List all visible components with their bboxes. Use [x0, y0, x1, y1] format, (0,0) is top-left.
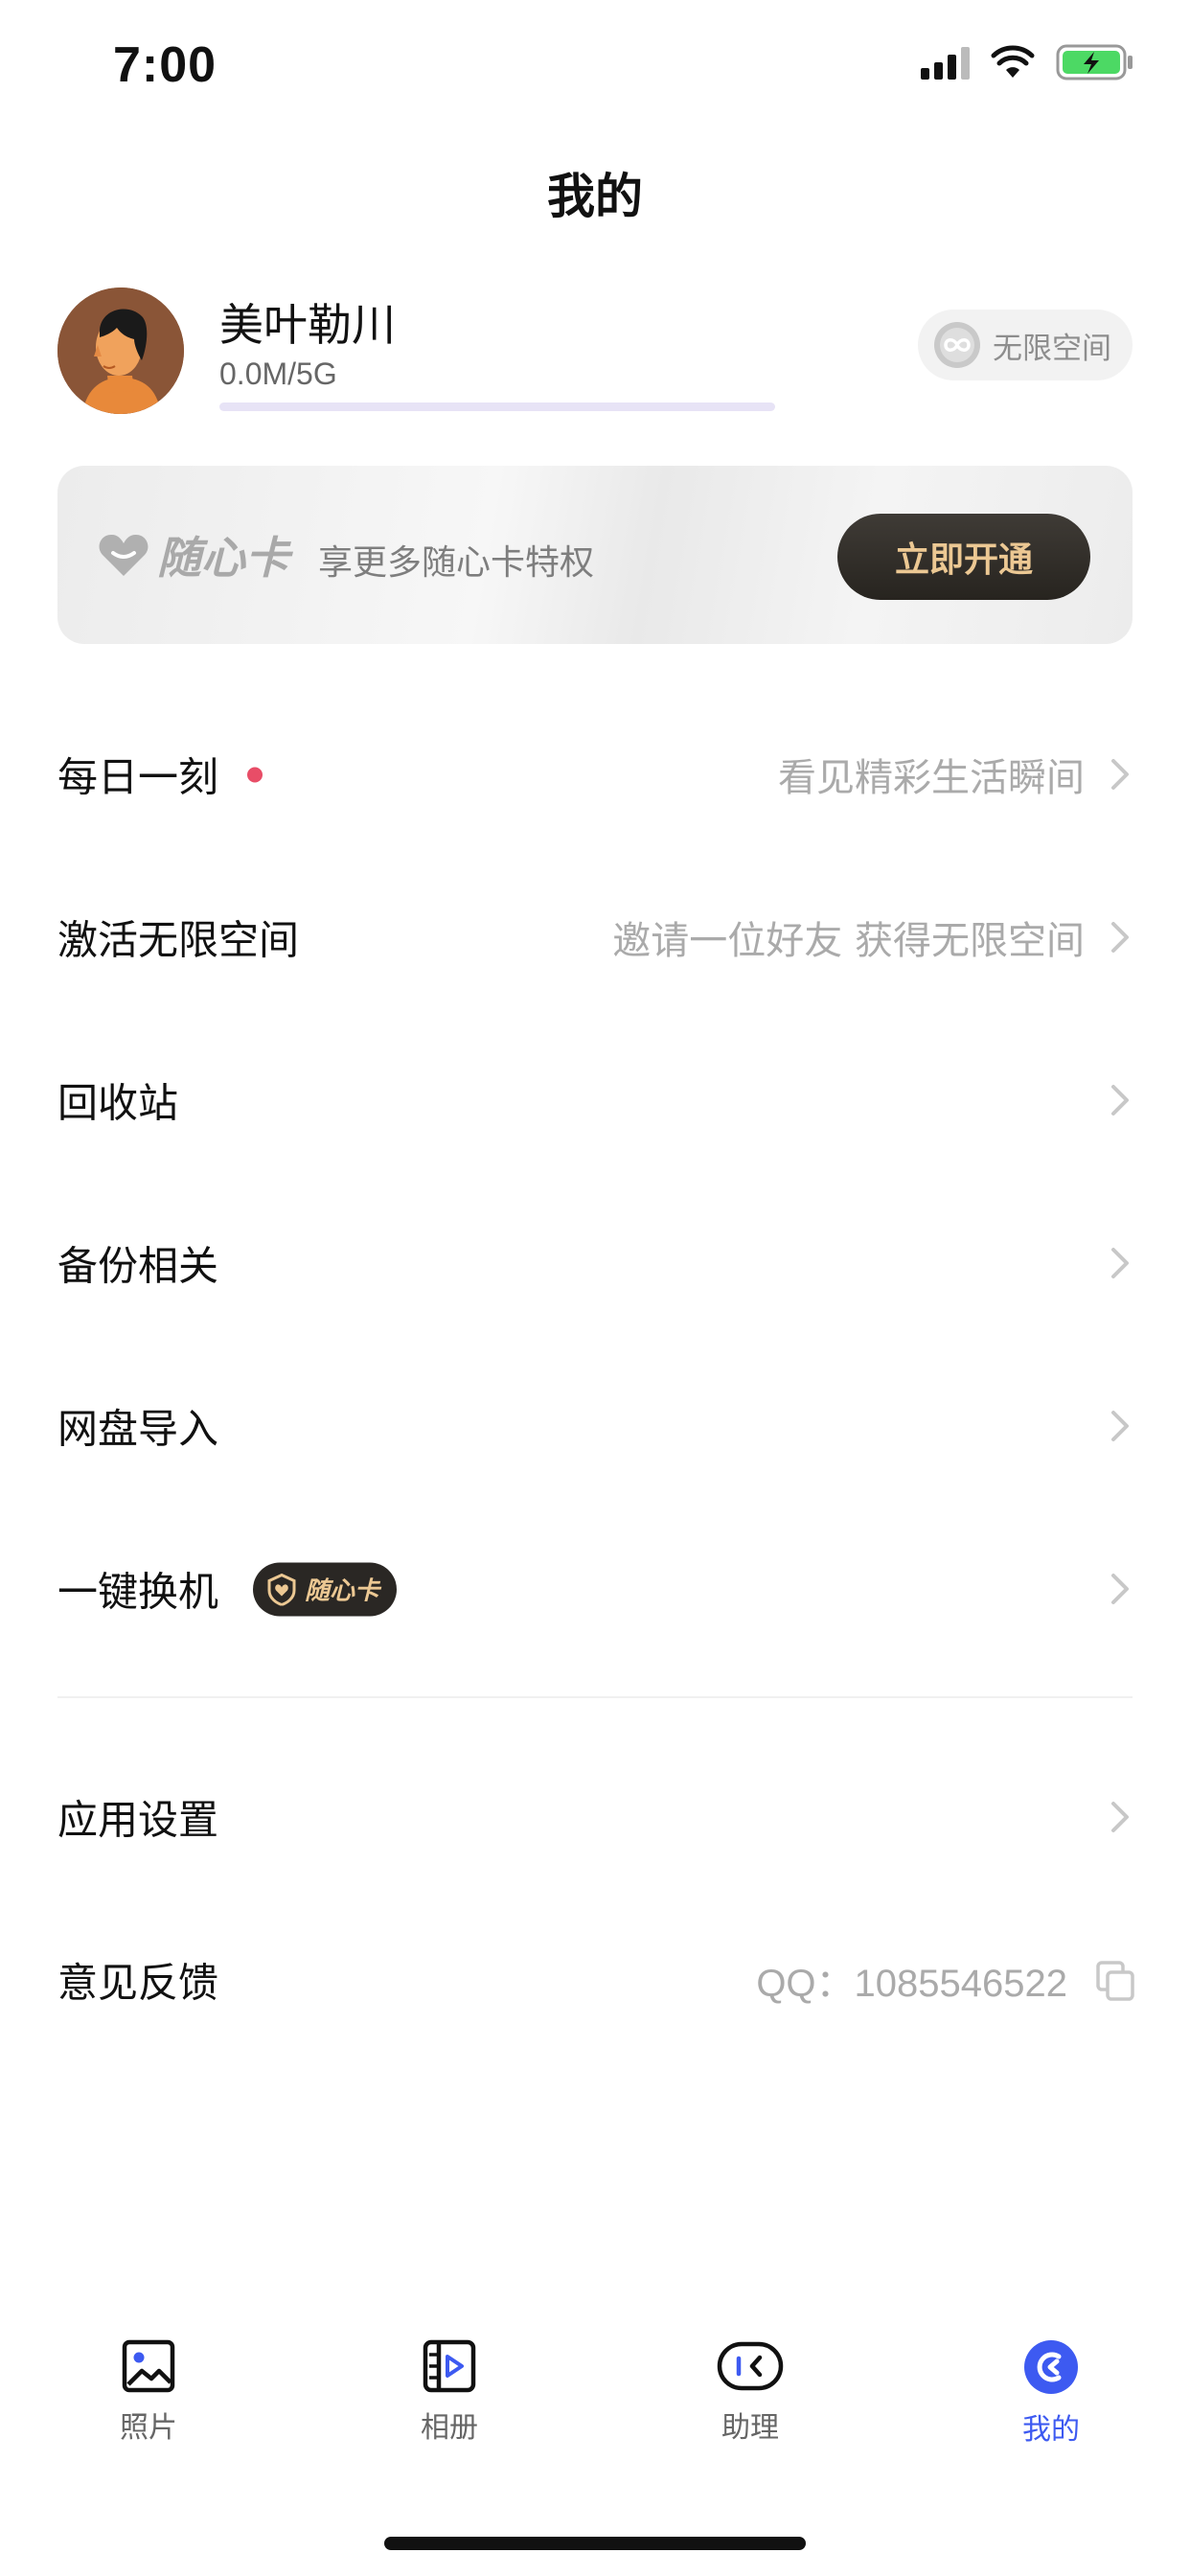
photo-icon: [122, 2339, 175, 2393]
menu-item-cloud-import[interactable]: 网盘导入: [0, 1368, 1190, 1484]
menu-item-phone-switch[interactable]: 一键换机 随心卡: [0, 1531, 1190, 1646]
daily-moment-label: 每日一刻: [57, 753, 219, 801]
infinity-badge-icon: [934, 322, 980, 368]
copy-icon[interactable]: [1094, 1959, 1136, 2001]
menu-item-label: 每日一刻: [57, 746, 263, 804]
shield-heart-icon: [267, 1573, 296, 1605]
chevron-right-icon: [1111, 922, 1129, 953]
feedback-label: 意见反馈: [57, 1959, 219, 2007]
phone-switch-label: 一键换机: [57, 1568, 219, 1616]
assistant-icon: [717, 2341, 784, 2391]
chevron-right-icon: [1111, 1248, 1129, 1278]
tab-albums[interactable]: 相册: [354, 2338, 545, 2446]
status-time: 7:00: [113, 37, 217, 93]
menu-item-recycle-bin[interactable]: 回收站: [0, 1043, 1190, 1158]
chevron-right-icon: [1111, 1411, 1129, 1441]
menu-item-label: 一键换机 随心卡: [57, 1560, 398, 1619]
menu-item-activate-space[interactable]: 激活无限空间 邀请一位好友 获得无限空间: [0, 880, 1190, 995]
wifi-icon: [991, 45, 1035, 78]
tab-photos[interactable]: 照片: [53, 2338, 244, 2446]
cellular-signal-icon: [921, 45, 970, 80]
tab-label: 我的: [1022, 2413, 1080, 2447]
tab-assistant[interactable]: 助理: [654, 2338, 846, 2446]
avatar[interactable]: [57, 288, 184, 414]
unlimited-space-badge[interactable]: 无限空间: [918, 310, 1133, 380]
tab-mine[interactable]: 我的: [955, 2338, 1147, 2448]
bottom-tab-bar: 照片 相册 助理 我的: [0, 2338, 1190, 2482]
section-divider: [57, 1696, 1133, 1698]
activate-now-button[interactable]: 立即开通: [837, 514, 1090, 600]
storage-usage-text: 0.0M/5G: [219, 356, 337, 391]
qq-number: QQ：1085546522: [756, 1963, 1067, 2005]
menu-item-feedback[interactable]: 意见反馈 QQ：1085546522: [0, 1922, 1190, 2037]
tab-label: 助理: [721, 2411, 779, 2445]
album-icon: [423, 2339, 476, 2393]
app-settings-label: 应用设置: [57, 1796, 219, 1844]
activate-space-desc: 邀请一位好友 获得无限空间: [612, 919, 1085, 963]
status-icons: [921, 44, 1134, 80]
vip-slogan: 享更多随心卡特权: [318, 543, 595, 583]
chevron-right-icon: [1111, 1085, 1129, 1116]
tab-label: 相册: [421, 2411, 478, 2445]
unlimited-space-label: 无限空间: [993, 331, 1111, 366]
vip-card-tag-text: 随心卡: [305, 1576, 380, 1606]
profile-page: 7:00 我的 美叶勒川 0.0M/5G 无限空间 随心卡 享更多随心卡特权 立…: [0, 0, 1190, 2576]
vip-card-logo-text: 随心卡: [157, 532, 289, 584]
storage-progress-bar: [219, 402, 775, 411]
chevron-right-icon: [1111, 759, 1129, 790]
status-bar: 7:00: [0, 0, 1190, 134]
recycle-bin-label: 回收站: [57, 1079, 179, 1127]
chevron-right-icon: [1111, 1802, 1129, 1832]
menu-item-app-settings[interactable]: 应用设置: [0, 1760, 1190, 1874]
daily-moment-desc: 看见精彩生活瞬间: [778, 756, 1085, 800]
heart-icon: [99, 534, 149, 576]
backup-label: 备份相关: [57, 1242, 219, 1290]
vip-card-tag: 随心卡: [253, 1562, 398, 1616]
menu-item-backup[interactable]: 备份相关: [0, 1206, 1190, 1321]
chevron-right-icon: [1111, 1574, 1129, 1604]
activate-space-label: 激活无限空间: [57, 916, 300, 964]
page-title: 我的: [547, 169, 643, 224]
new-indicator-dot: [247, 767, 263, 782]
vip-card-logo: 随心卡: [98, 523, 289, 586]
vip-card-banner[interactable]: 随心卡 享更多随心卡特权 立即开通: [57, 466, 1133, 644]
home-indicator: [384, 2537, 806, 2550]
cloud-import-label: 网盘导入: [57, 1405, 219, 1453]
user-name: 美叶勒川: [219, 299, 396, 351]
profile-icon: [1024, 2340, 1078, 2394]
tab-label: 照片: [120, 2411, 177, 2445]
battery-charging-icon: [1056, 44, 1133, 80]
menu-item-daily-moment[interactable]: 每日一刻 看见精彩生活瞬间: [0, 717, 1190, 832]
